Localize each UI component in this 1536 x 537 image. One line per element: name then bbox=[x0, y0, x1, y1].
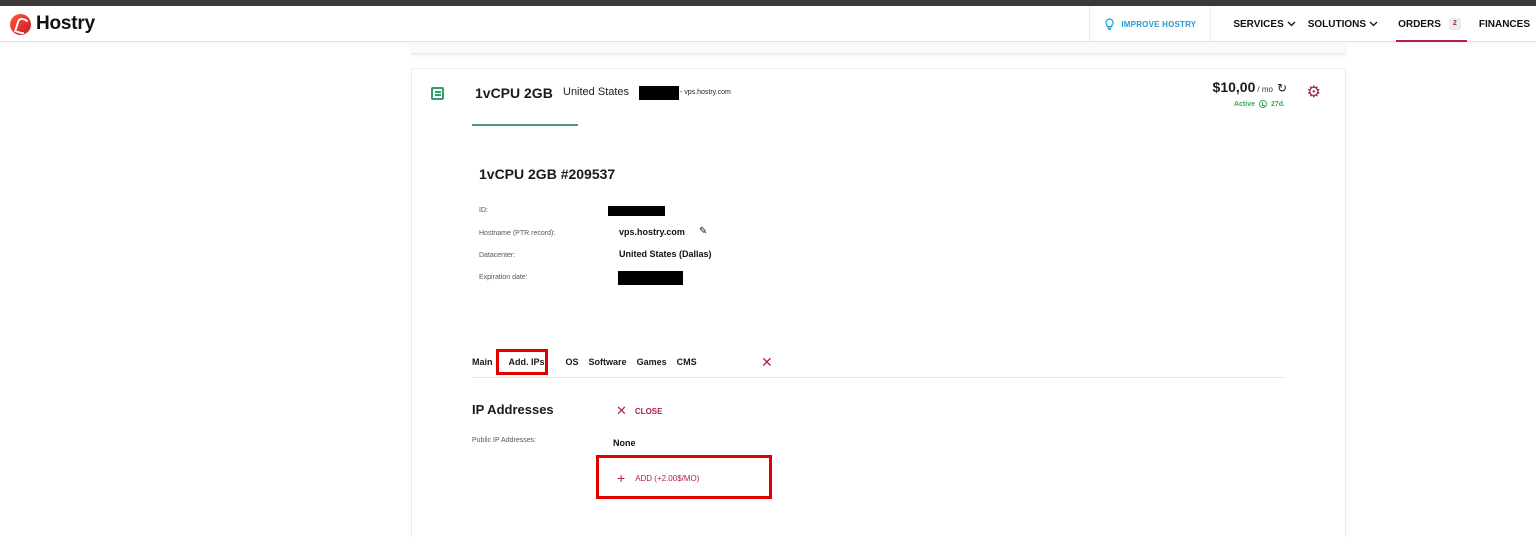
tab-software[interactable]: Software bbox=[584, 357, 632, 367]
improve-hostry-button[interactable]: IMPROVE HOSTRY bbox=[1089, 6, 1212, 42]
plus-icon: + bbox=[617, 470, 626, 486]
add-ip-button[interactable]: + ADD (+2.00$/MO) bbox=[617, 470, 699, 486]
service-card: 1vCPU 2GB United States - vps.hostry.com… bbox=[411, 68, 1346, 537]
public-ip-label: Public IP Addresses: bbox=[472, 437, 537, 444]
nav-orders[interactable]: ORDERS 2 bbox=[1392, 6, 1467, 42]
tab-games[interactable]: Games bbox=[632, 357, 672, 367]
hostname-value: vps.hostry.com bbox=[619, 227, 685, 237]
renew-icon[interactable]: ↻ bbox=[1277, 81, 1287, 95]
brand-name: Hostry bbox=[36, 13, 95, 34]
edit-pencil-icon[interactable]: ✎ bbox=[699, 226, 707, 237]
id-label: ID: bbox=[479, 207, 488, 214]
tabs-divider bbox=[472, 377, 1285, 378]
expiration-label: Expiration date: bbox=[479, 274, 528, 281]
service-plan-name[interactable]: 1vCPU 2GB bbox=[475, 85, 553, 101]
tab-cms[interactable]: CMS bbox=[672, 357, 702, 367]
redacted-hostname bbox=[639, 86, 679, 100]
id-value-redacted bbox=[608, 206, 665, 216]
service-tab-indicator bbox=[472, 124, 578, 126]
datacenter-label: Datacenter: bbox=[479, 252, 516, 259]
hostry-logo-icon bbox=[10, 13, 31, 35]
clock-icon bbox=[1258, 100, 1267, 108]
server-icon bbox=[431, 87, 444, 100]
price-value: $10,00 bbox=[1212, 79, 1256, 95]
days-left: 27d. bbox=[1270, 100, 1285, 108]
service-status: Active 27d. bbox=[1234, 100, 1285, 108]
expiration-value-redacted bbox=[618, 271, 683, 285]
close-label: CLOSE bbox=[634, 406, 663, 416]
close-icon: ✕ bbox=[616, 403, 627, 418]
datacenter-value: United States (Dallas) bbox=[619, 249, 712, 259]
improve-hostry-label: IMPROVE HOSTRY bbox=[1121, 19, 1197, 29]
ip-addresses-title: IP Addresses bbox=[472, 402, 554, 417]
service-location: United States bbox=[563, 86, 630, 98]
status-label: Active bbox=[1233, 100, 1255, 108]
tab-main[interactable]: Main bbox=[472, 357, 498, 367]
service-tabs: Main Add. IPs OS Software Games CMS bbox=[472, 349, 702, 375]
service-price: $10,00 / mo ↻ bbox=[1213, 79, 1287, 95]
top-navbar: Hostry IMPROVE HOSTRY SERVICES SOLUTIONS… bbox=[0, 6, 1536, 42]
close-button[interactable]: ✕ CLOSE bbox=[616, 403, 662, 419]
add-ip-label: ADD (+2.00$/MO) bbox=[635, 473, 700, 483]
chevron-down-icon bbox=[1287, 21, 1296, 27]
tab-os[interactable]: OS bbox=[561, 357, 584, 367]
nav-solutions[interactable]: SOLUTIONS bbox=[1302, 6, 1384, 42]
orders-count-badge: 2 bbox=[1448, 18, 1461, 30]
hostname-label: Hostname (PTR record): bbox=[479, 230, 556, 237]
previous-card-edge bbox=[411, 42, 1346, 54]
tab-add-ips[interactable]: Add. IPs bbox=[495, 349, 555, 375]
nav-services[interactable]: SERVICES bbox=[1227, 6, 1301, 42]
price-period: / mo bbox=[1257, 85, 1273, 94]
lightbulb-icon bbox=[1105, 18, 1114, 30]
nav-finances[interactable]: FINANCES bbox=[1473, 6, 1536, 42]
close-tab-icon[interactable]: ✕ bbox=[761, 354, 773, 371]
nav-menu: IMPROVE HOSTRY SERVICES SOLUTIONS ORDERS… bbox=[1089, 6, 1536, 42]
chevron-down-icon bbox=[1369, 21, 1378, 27]
nav-services-label: SERVICES bbox=[1233, 18, 1284, 30]
tab-highlight-box bbox=[495, 349, 548, 375]
public-ip-value: None bbox=[613, 438, 636, 448]
service-hostname: - vps.hostry.com bbox=[680, 89, 731, 96]
nav-solutions-label: SOLUTIONS bbox=[1307, 18, 1367, 30]
gear-icon[interactable]: ⚙ bbox=[1307, 85, 1321, 101]
brand-logo[interactable]: Hostry bbox=[10, 13, 95, 35]
nav-orders-label: ORDERS bbox=[1398, 18, 1441, 30]
nav-finances-label: FINANCES bbox=[1478, 18, 1530, 30]
service-detail-title: 1vCPU 2GB #209537 bbox=[479, 166, 616, 182]
